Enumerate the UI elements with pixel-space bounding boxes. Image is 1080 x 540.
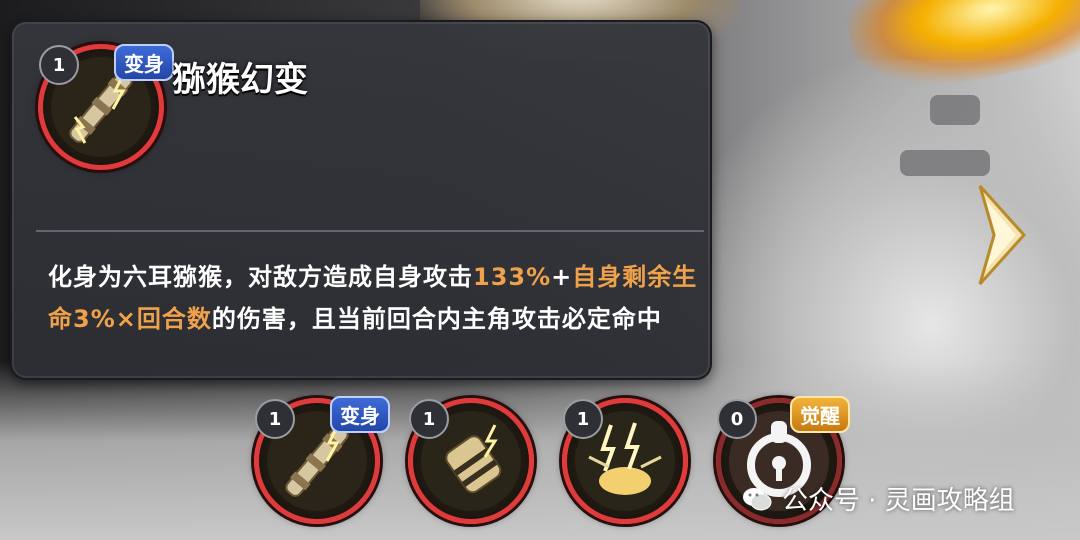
background-pillar xyxy=(900,150,990,176)
background-pillar xyxy=(930,95,980,125)
skill-level-badge: 1 xyxy=(255,399,295,439)
skill-description: 化身为六耳猕猴，对敌方造成自身攻击133%+自身剩余生命3%×回合数的伤害，且当… xyxy=(48,256,698,340)
wechat-icon xyxy=(743,487,772,510)
skill-level-badge: 1 xyxy=(563,399,603,439)
description-highlight: 133% xyxy=(473,263,552,291)
description-text: + xyxy=(551,263,573,291)
watermark-text: 公众号 · 灵画攻略组 xyxy=(782,486,1015,516)
watermark: 公众号 · 灵画攻略组 xyxy=(742,480,1015,517)
skill-level-badge: 0 xyxy=(717,399,757,439)
description-text: 的伤害，且当前回合内主角攻击必定命中 xyxy=(211,305,662,333)
awaken-tag: 觉醒 xyxy=(790,396,850,433)
transform-tag: 变身 xyxy=(330,396,390,433)
description-text: 化身为六耳猕猴，对敌方造成自身攻击 xyxy=(48,263,473,291)
skill-level-badge: 1 xyxy=(409,399,449,439)
divider xyxy=(36,230,704,232)
skill-slot-2[interactable]: 1 xyxy=(408,398,534,524)
skill-title: 猕猴幻变 xyxy=(172,60,308,100)
next-arrow-icon[interactable] xyxy=(972,180,1032,290)
skill-slot-3[interactable]: 1 xyxy=(562,398,688,524)
skill-level-badge: 1 xyxy=(39,45,79,85)
transform-tag: 变身 xyxy=(114,44,174,81)
